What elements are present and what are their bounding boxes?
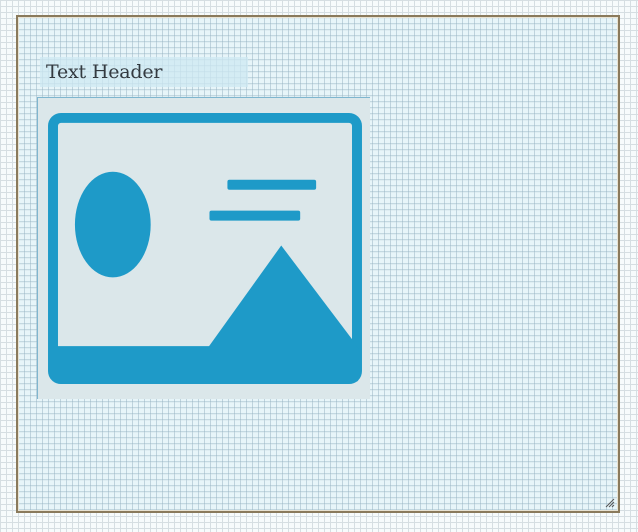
design-canvas[interactable]: Text Header — [16, 15, 620, 513]
text-header-widget[interactable]: Text Header — [40, 57, 248, 87]
resize-handle-icon[interactable] — [605, 498, 615, 508]
text-header: Text Header — [46, 61, 163, 83]
image-widget[interactable] — [37, 97, 370, 399]
image-placeholder-icon — [38, 98, 370, 399]
